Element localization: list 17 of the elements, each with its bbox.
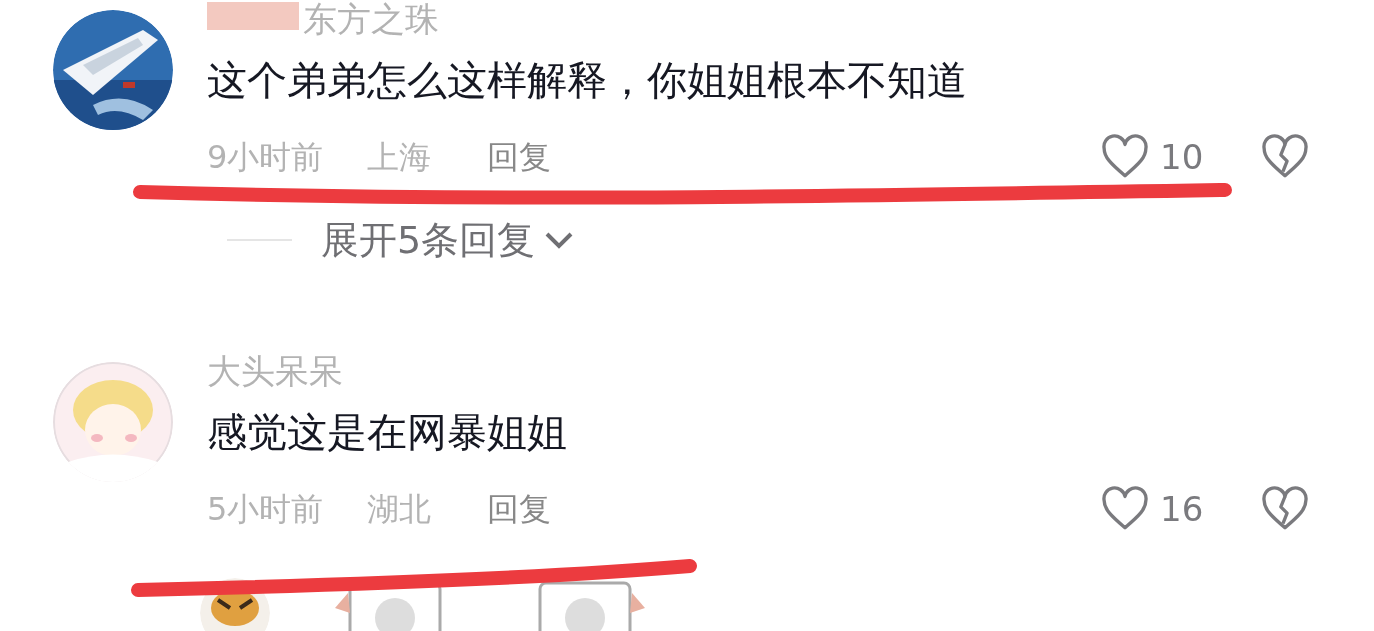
timestamp: 5小时前 [207,489,324,530]
comment-text: 这个弟弟怎么这样解释，你姐姐根本不知道 [207,60,968,100]
like-count: 16 [1160,487,1205,531]
like-count: 10 [1160,135,1205,179]
heart-icon[interactable] [1100,134,1150,180]
timestamp: 9小时前 [207,137,324,178]
username[interactable]: 东方之珠 [303,2,439,36]
broken-heart-icon[interactable] [1260,134,1310,180]
reply-button[interactable]: 回复 [487,133,552,181]
reply-button[interactable]: 回复 [487,485,552,533]
broken-heart-icon[interactable] [1260,486,1310,532]
location: 上海 [367,137,432,178]
username[interactable]: 大头呆呆 [207,354,343,388]
heart-icon[interactable] [1100,486,1150,532]
location: 湖北 [367,489,432,530]
comment-text: 感觉这是在网暴姐姐 [207,412,568,452]
expand-replies-button[interactable]: 展开5条回复 [321,211,576,269]
